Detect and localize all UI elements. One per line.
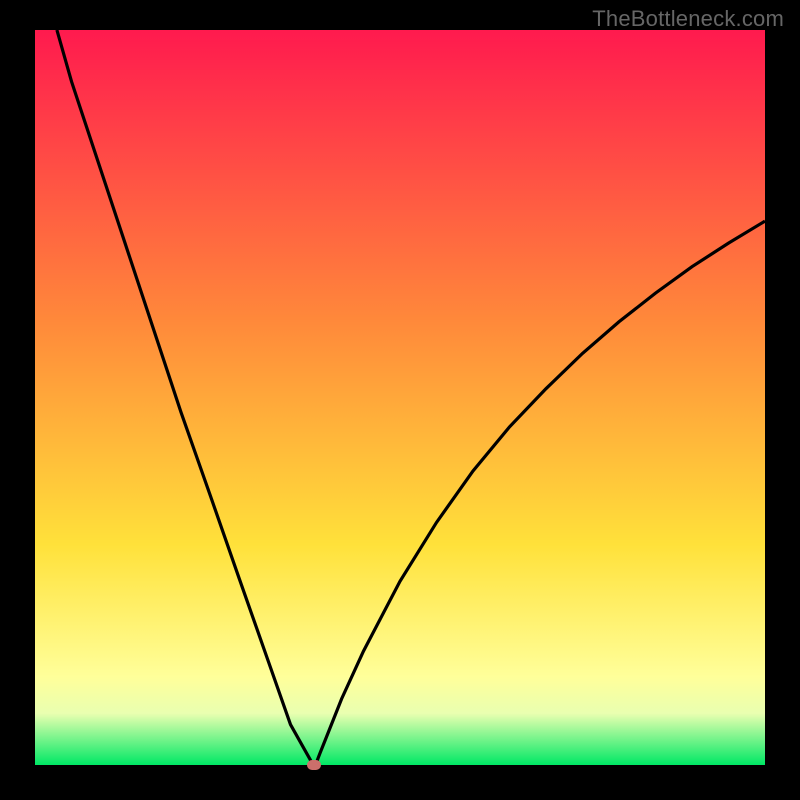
optimal-point-marker — [307, 760, 321, 770]
plot-area — [35, 30, 765, 765]
curve-layer — [35, 30, 765, 765]
chart-frame: TheBottleneck.com — [0, 0, 800, 800]
watermark-text: TheBottleneck.com — [592, 6, 784, 32]
bottleneck-curve — [57, 30, 765, 765]
